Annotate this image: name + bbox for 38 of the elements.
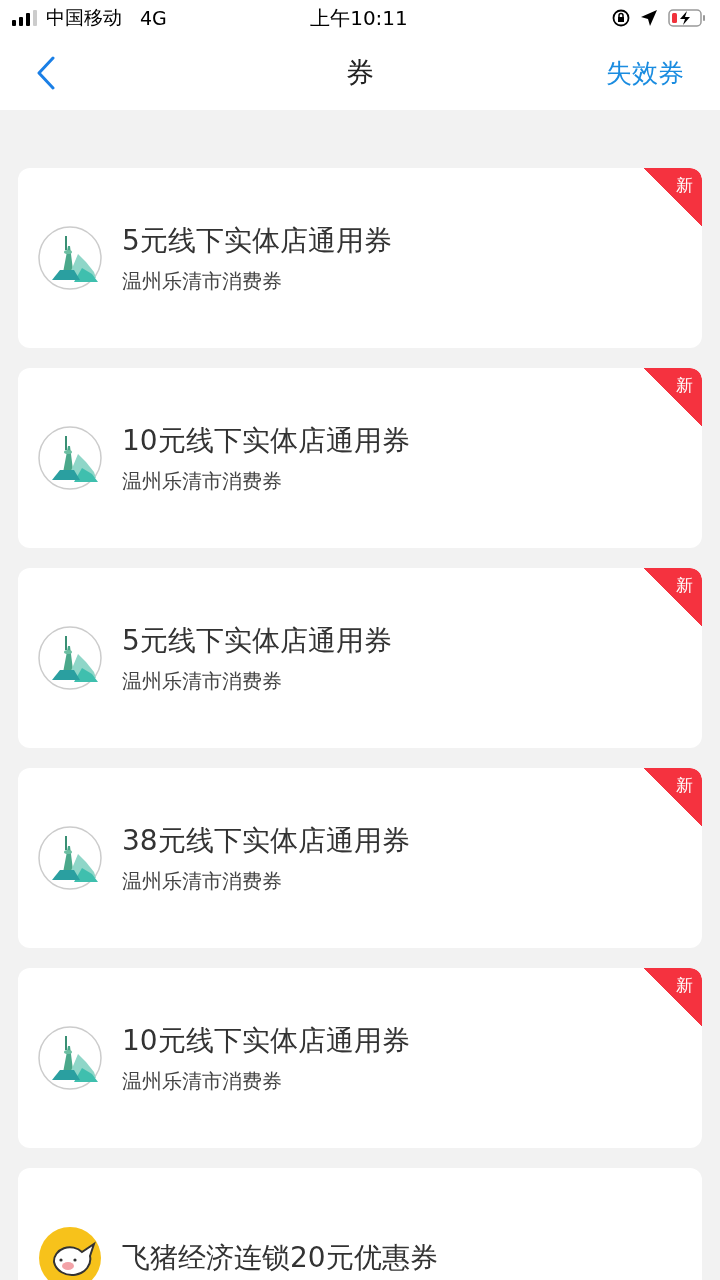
network-type: 4G [140, 7, 167, 29]
location-icon [640, 9, 658, 27]
city-logo-icon [38, 826, 102, 890]
coupon-card[interactable]: 10元线下实体店通用券 温州乐清市消费券 新 [18, 968, 702, 1148]
battery-icon [668, 9, 706, 27]
coupon-title: 飞猪经济连锁20元优惠券 [122, 1240, 438, 1276]
coupon-issuer: 温州乐清市消费券 [122, 267, 282, 295]
page-title: 券 [346, 55, 374, 91]
city-logo-icon [38, 226, 102, 290]
new-badge: 新 [644, 968, 702, 1026]
coupon-issuer: 温州乐清市消费券 [122, 867, 282, 895]
pig-logo-icon [38, 1226, 102, 1280]
coupon-title: 5元线下实体店通用券 [122, 622, 392, 659]
new-badge: 新 [644, 768, 702, 826]
new-badge: 新 [644, 368, 702, 426]
coupon-title: 38元线下实体店通用券 [122, 822, 410, 859]
new-badge: 新 [644, 568, 702, 626]
coupon-card[interactable]: 38元线下实体店通用券 温州乐清市消费券 新 [18, 768, 702, 948]
expired-coupons-link[interactable]: 失效券 [584, 55, 684, 91]
new-badge: 新 [644, 168, 702, 226]
coupon-title: 10元线下实体店通用券 [122, 422, 410, 459]
back-icon [36, 56, 56, 90]
signal-icon [12, 10, 38, 26]
city-logo-icon [38, 626, 102, 690]
city-logo-icon [38, 1026, 102, 1090]
coupon-issuer: 温州乐清市消费券 [122, 1067, 282, 1095]
coupon-card[interactable]: 飞猪经济连锁20元优惠券 [18, 1168, 702, 1280]
coupon-issuer: 温州乐清市消费券 [122, 467, 282, 495]
carrier-name: 中国移动 [46, 5, 122, 30]
coupon-issuer: 温州乐清市消费券 [122, 667, 282, 695]
coupon-card[interactable]: 10元线下实体店通用券 温州乐清市消费券 新 [18, 368, 702, 548]
city-logo-icon [38, 426, 102, 490]
clock-time: 上午10:11 [310, 4, 408, 32]
coupon-title: 5元线下实体店通用券 [122, 222, 392, 259]
coupon-card[interactable]: 5元线下实体店通用券 温州乐清市消费券 新 [18, 568, 702, 748]
coupon-card[interactable]: 5元线下实体店通用券 温州乐清市消费券 新 [18, 168, 702, 348]
rotation-lock-icon [612, 9, 630, 27]
coupon-title: 10元线下实体店通用券 [122, 1022, 410, 1059]
